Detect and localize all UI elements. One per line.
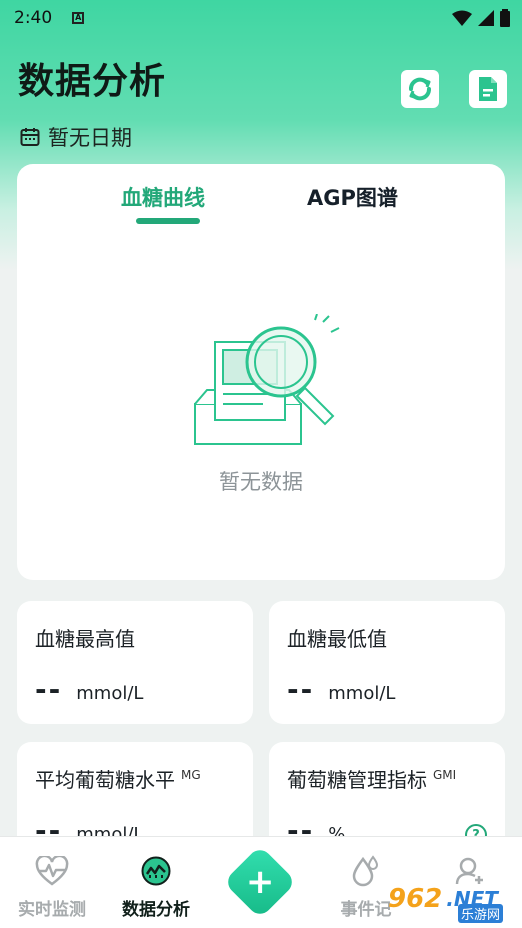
plus-icon: +	[245, 862, 275, 902]
refresh-button[interactable]	[401, 70, 439, 108]
watermark-logo: 962 .NET 乐游网	[388, 876, 516, 923]
stat-label: 葡萄糖管理指标 GMI	[287, 768, 457, 792]
date-text: 暂无日期	[48, 126, 132, 150]
refresh-icon	[409, 77, 431, 101]
page-title: 数据分析	[18, 61, 167, 102]
document-icon	[479, 77, 497, 101]
stat-card-min: 血糖最低值 -- mmol/L	[269, 601, 505, 724]
stat-label: 血糖最高值	[35, 627, 135, 651]
chart-card: 血糖曲线 AGP图谱 暂无数据	[17, 164, 505, 580]
status-time: 2:40	[14, 8, 53, 28]
stat-unit: mmol/L	[328, 683, 396, 704]
stat-value-row: -- mmol/L	[287, 673, 395, 706]
watermark-number: 962	[388, 884, 443, 914]
stat-value: --	[35, 673, 63, 706]
tab-glucose-curve[interactable]: 血糖曲线	[121, 182, 205, 212]
nav-label: 事件记	[340, 900, 392, 920]
stat-card-max: 血糖最高值 -- mmol/L	[17, 601, 253, 724]
nav-item-analysis[interactable]: 数据分析	[106, 837, 206, 928]
calendar-icon	[20, 128, 40, 146]
tab-underline	[136, 218, 200, 224]
stat-label: 血糖最低值	[287, 627, 387, 651]
stat-unit: mmol/L	[76, 683, 144, 704]
nav-label: 数据分析	[122, 900, 190, 920]
report-button[interactable]	[469, 70, 507, 108]
date-selector[interactable]: 暂无日期	[20, 122, 132, 152]
status-bar: 2:40 A	[0, 0, 522, 36]
stat-suffix: GMI	[433, 768, 457, 783]
heart-monitor-icon	[35, 856, 69, 886]
wifi-icon	[452, 10, 472, 26]
stat-label: 平均葡萄糖水平 MG	[35, 768, 201, 792]
battery-icon	[500, 9, 510, 27]
drops-icon	[352, 855, 379, 887]
stat-value-row: -- mmol/L	[35, 673, 143, 706]
empty-data-illustration	[194, 314, 340, 445]
empty-state-text: 暂无数据	[219, 470, 303, 494]
signal-icon	[478, 10, 494, 26]
tab-agp[interactable]: AGP图谱	[307, 182, 398, 212]
stat-value: --	[287, 673, 315, 706]
nav-label: 实时监测	[18, 900, 86, 920]
chart-circle-icon	[141, 856, 171, 886]
stat-suffix: MG	[181, 768, 201, 783]
watermark-sub: 乐游网	[458, 904, 504, 923]
notification-icon: A	[72, 12, 85, 24]
nav-item-realtime[interactable]: 实时监测	[2, 837, 102, 928]
